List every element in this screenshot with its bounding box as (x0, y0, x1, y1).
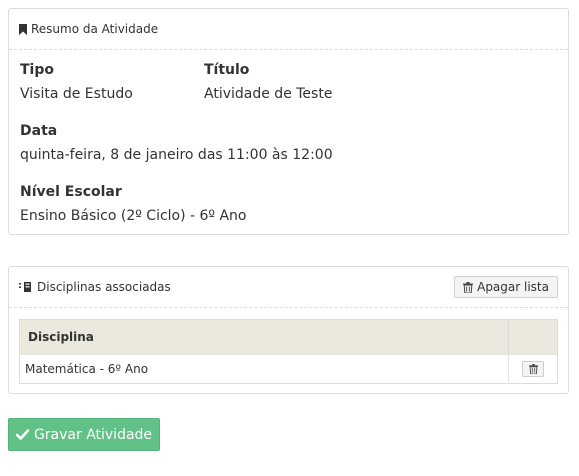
nivel-label: Nível Escolar (20, 184, 122, 200)
disciplines-title: Disciplinas associadas (37, 280, 171, 294)
activity-summary-panel: Resumo da Atividade Tipo Visita de Estud… (8, 8, 569, 235)
clear-list-button[interactable]: Apagar lista (454, 276, 558, 298)
tipo-value: Visita de Estudo (20, 86, 133, 102)
trash-icon (463, 281, 474, 293)
trash-icon (528, 364, 538, 374)
data-value: quinta-feira, 8 de janeiro das 11:00 às … (20, 147, 333, 163)
save-activity-button[interactable]: Gravar Atividade (8, 418, 160, 451)
disciplines-heading: Disciplinas associadas Apagar lista (9, 267, 568, 308)
data-label: Data (20, 123, 58, 139)
nivel-value: Ensino Básico (2º Ciclo) - 6º Ano (20, 208, 247, 224)
delete-row-button[interactable] (522, 361, 544, 377)
summary-title: Resumo da Atividade (31, 22, 159, 36)
tipo-label: Tipo (20, 62, 54, 78)
discipline-name: Matemática - 6º Ano (19, 354, 509, 384)
disciplines-panel: Disciplinas associadas Apagar lista Disc… (8, 266, 569, 394)
check-icon (15, 429, 29, 440)
summary-heading: Resumo da Atividade (9, 9, 568, 50)
disciplines-table: Disciplina Matemática - 6º Ano (19, 319, 558, 384)
save-activity-label: Gravar Atividade (33, 426, 153, 443)
list-icon (19, 282, 31, 292)
titulo-label: Título (204, 62, 250, 78)
bookmark-icon (19, 23, 27, 35)
table-header-row: Disciplina (19, 319, 558, 355)
column-header-actions (508, 319, 558, 355)
column-header-disciplina: Disciplina (19, 319, 509, 355)
table-row: Matemática - 6º Ano (19, 354, 558, 384)
titulo-value: Atividade de Teste (204, 86, 333, 102)
row-actions (508, 354, 558, 384)
clear-list-label: Apagar lista (477, 280, 549, 294)
